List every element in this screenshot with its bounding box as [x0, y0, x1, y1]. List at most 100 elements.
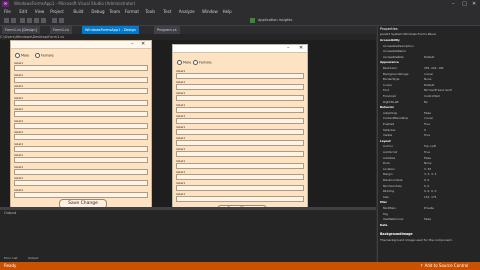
property-row[interactable]: AccessibleDescription — [380, 44, 479, 48]
property-value[interactable]: 0, 0 — [424, 178, 429, 182]
property-row[interactable]: Modifiers Private — [380, 206, 479, 210]
property-value[interactable]: Private — [424, 206, 434, 210]
document-tab[interactable]: WindowsFormsApp1 - Design — [82, 26, 139, 34]
redo-icon[interactable] — [59, 18, 64, 23]
field-textbox[interactable] — [176, 173, 304, 180]
tab-error-list[interactable]: Error List — [4, 256, 18, 261]
radio-male-right[interactable]: Male — [177, 60, 191, 65]
property-value[interactable]: 3, 3, 3, 3 — [424, 172, 436, 176]
start-icon[interactable] — [250, 18, 255, 23]
property-value[interactable]: False — [424, 156, 431, 160]
radio-female-right[interactable]: Female — [193, 60, 212, 65]
property-value[interactable]: Microsoft Sans Serif — [424, 88, 452, 92]
form-right[interactable]: – ✕ Male Female label1 label1 label1 label1… — [172, 44, 308, 222]
property-row[interactable]: ContextMenuStrip (none) — [380, 116, 479, 120]
form-right-minimize-icon[interactable]: – — [287, 45, 290, 52]
property-row[interactable]: Cursor Default — [380, 83, 479, 87]
property-category[interactable]: Accessibility — [380, 38, 479, 42]
property-value[interactable]: ControlText — [424, 94, 440, 98]
field-textbox[interactable] — [14, 76, 148, 83]
property-category[interactable]: Misc — [380, 200, 479, 204]
property-category[interactable]: Appearance — [380, 60, 479, 64]
field-textbox[interactable] — [176, 151, 304, 158]
field-textbox[interactable] — [14, 168, 148, 175]
property-value[interactable]: 0, 0, 0, 0 — [424, 189, 436, 193]
field-textbox[interactable] — [14, 65, 148, 71]
property-value[interactable]: True — [424, 150, 430, 154]
menu-item-team[interactable]: Team — [109, 9, 120, 14]
menu-item-edit[interactable]: Edit — [19, 9, 27, 14]
property-row[interactable]: AutoScroll True — [380, 150, 479, 154]
property-value[interactable]: True — [424, 122, 430, 126]
property-row[interactable]: MaximumSize 0, 0 — [380, 178, 479, 182]
property-category[interactable]: Behavior — [380, 105, 479, 109]
menu-item-project[interactable]: Project — [50, 9, 64, 14]
menu-item-window[interactable]: Window — [202, 9, 218, 14]
field-textbox[interactable] — [176, 196, 304, 203]
field-textbox[interactable] — [14, 122, 148, 129]
radio-female-left[interactable]: Female — [35, 53, 54, 58]
field-textbox[interactable] — [14, 111, 148, 117]
menu-item-analyze[interactable]: Analyze — [179, 9, 195, 14]
document-tab[interactable]: Program.cs — [154, 26, 180, 34]
field-textbox[interactable] — [14, 145, 148, 152]
property-row[interactable]: AutoSize False — [380, 156, 479, 160]
property-row[interactable]: ForeColor ControlText — [380, 94, 479, 98]
property-row[interactable]: BackColor 255, 224, 192 — [380, 66, 479, 70]
property-row[interactable]: UseWaitCursor False — [380, 217, 479, 221]
property-value[interactable]: Top, Left — [424, 144, 436, 148]
property-row[interactable]: BackgroundImage (none) — [380, 72, 479, 76]
field-textbox[interactable] — [176, 162, 304, 169]
property-row[interactable]: Dock None — [380, 161, 479, 165]
menu-item-file[interactable]: File — [4, 9, 11, 14]
field-textbox[interactable] — [176, 106, 304, 113]
property-row[interactable]: TabIndex 0 — [380, 128, 479, 132]
property-value[interactable]: 0, 0 — [424, 184, 429, 188]
property-value[interactable]: True — [424, 133, 430, 137]
property-value[interactable]: False — [424, 111, 431, 115]
field-textbox[interactable] — [176, 73, 304, 79]
property-row[interactable]: Location 3, 36 — [380, 167, 479, 171]
property-category[interactable]: Data — [380, 223, 479, 227]
property-category[interactable]: Layout — [380, 139, 479, 143]
source-control-button[interactable]: ↑ Add to Source Control — [420, 263, 468, 268]
field-textbox[interactable] — [176, 129, 304, 135]
property-row[interactable]: AccessibleRole Default — [380, 55, 479, 59]
menu-item-build[interactable]: Build — [73, 9, 83, 14]
field-textbox[interactable] — [14, 191, 148, 198]
field-textbox[interactable] — [14, 88, 148, 94]
property-row[interactable]: Font Microsoft Sans Serif — [380, 88, 479, 92]
property-row[interactable]: MinimumSize 0, 0 — [380, 184, 479, 188]
field-textbox[interactable] — [176, 95, 304, 102]
field-textbox[interactable] — [176, 117, 304, 124]
form-right-close-icon[interactable]: ✕ — [299, 45, 303, 52]
new-project-icon[interactable] — [20, 18, 25, 23]
form-left-minimize-icon[interactable]: – — [131, 41, 134, 48]
property-value[interactable]: 0 — [424, 128, 426, 132]
menu-item-format[interactable]: Format — [125, 9, 139, 14]
property-value[interactable]: None — [424, 77, 431, 81]
minimize-button[interactable]: – — [452, 1, 455, 7]
property-row[interactable]: Margin 3, 3, 3, 3 — [380, 172, 479, 176]
property-value[interactable]: 151, 175 — [424, 195, 436, 199]
property-value[interactable]: None — [424, 161, 431, 165]
property-value[interactable]: 3, 36 — [424, 167, 431, 171]
property-value[interactable]: 255, 224, 192 — [424, 66, 444, 70]
property-value[interactable]: Default — [424, 83, 434, 87]
field-textbox[interactable] — [14, 180, 148, 186]
property-row[interactable]: AccessibleName — [380, 49, 479, 53]
field-textbox[interactable] — [176, 140, 304, 147]
form-left[interactable]: – ✕ Male Female label1 label1 label1 label1… — [10, 40, 152, 209]
start-label[interactable]: Application Insights — [258, 18, 292, 22]
menu-item-tools[interactable]: Tools — [145, 9, 155, 14]
open-icon[interactable] — [27, 18, 32, 23]
field-textbox[interactable] — [14, 157, 148, 163]
tab-output[interactable]: Output — [28, 256, 38, 261]
field-textbox[interactable] — [14, 134, 148, 140]
properties-object-selector[interactable]: panel1 System.Windows.Forms.Panel — [380, 32, 436, 36]
property-value[interactable]: Default — [424, 55, 434, 59]
property-value[interactable]: (none) — [424, 116, 433, 120]
forward-icon[interactable] — [11, 18, 16, 23]
property-value[interactable]: (none) — [424, 72, 433, 76]
menu-item-test[interactable]: Test — [163, 9, 171, 14]
